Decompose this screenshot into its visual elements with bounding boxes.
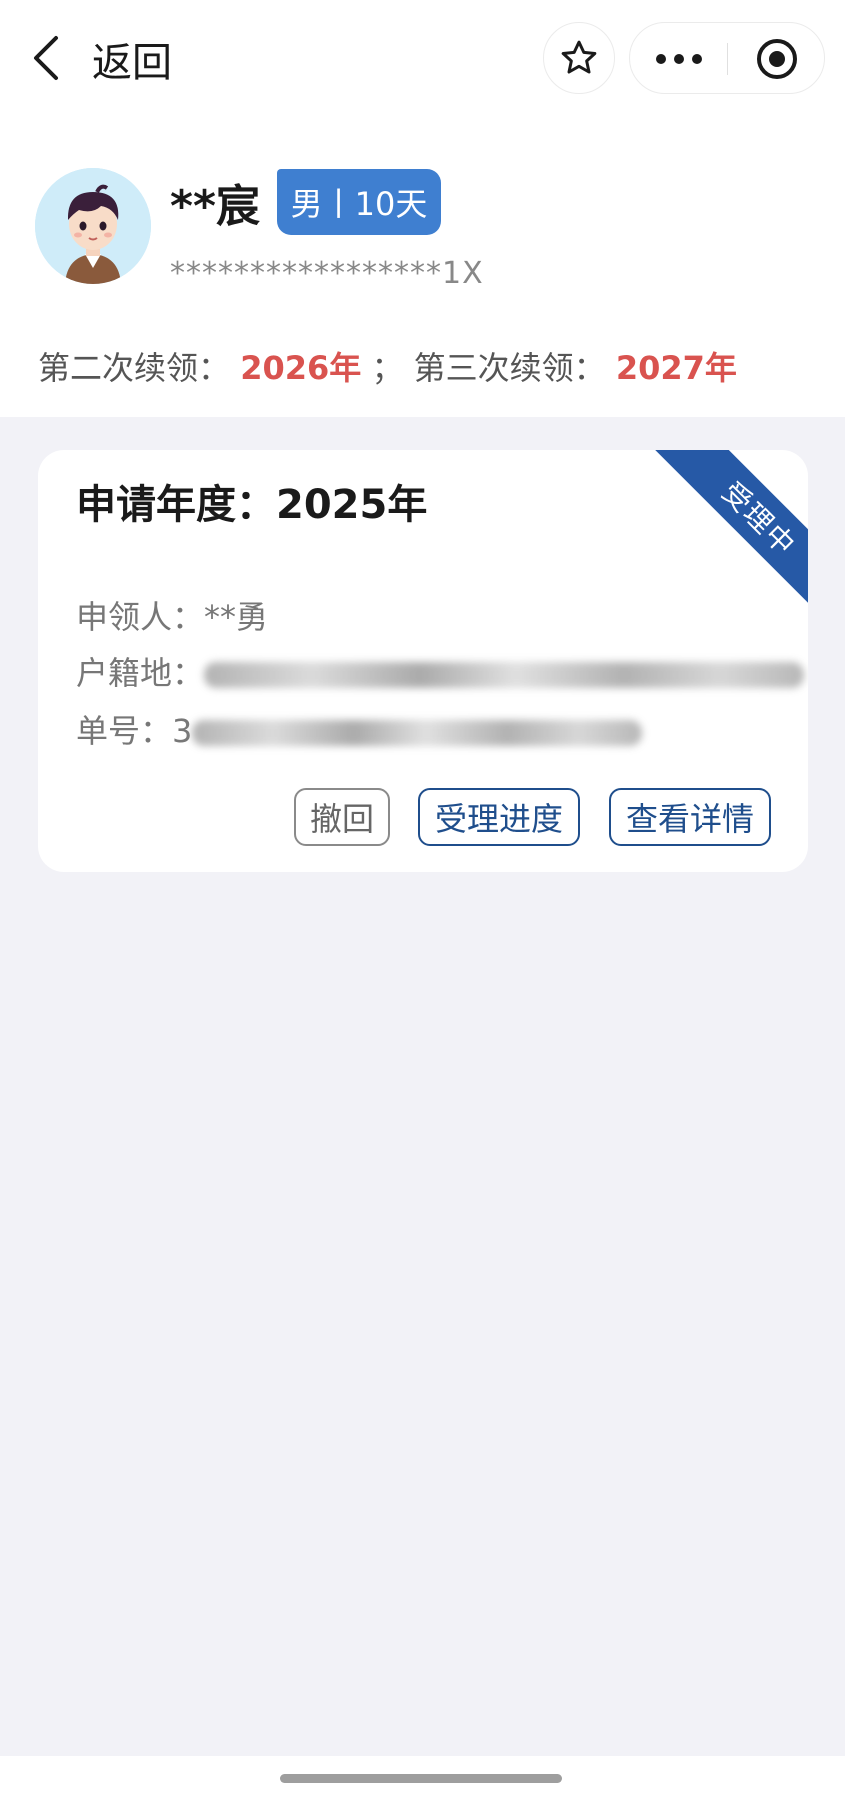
renew-separator: ； — [371, 349, 404, 387]
star-icon — [561, 40, 597, 74]
redacted-order-number — [192, 720, 643, 746]
status-ribbon: 受理中 — [638, 450, 808, 610]
id-number: *****************1X — [170, 256, 484, 291]
target-icon — [757, 39, 797, 79]
avatar — [35, 168, 151, 284]
favorite-button[interactable] — [543, 22, 615, 94]
more-icon — [656, 54, 702, 64]
child-name: **宸 — [170, 181, 261, 232]
renew-third-label: 第三次续领： — [413, 349, 606, 387]
application-year: 申请年度：2025年 — [76, 482, 428, 528]
view-details-button[interactable]: 查看详情 — [609, 788, 771, 846]
renew-second-label: 第二次续领： — [38, 349, 231, 387]
applicant-label: 申领人： — [76, 598, 205, 636]
withdraw-button[interactable]: 撤回 — [294, 788, 390, 846]
close-mini-program-button[interactable] — [728, 23, 826, 95]
order-prefix: 3 — [172, 712, 193, 750]
progress-button[interactable]: 受理进度 — [418, 788, 580, 846]
back-button[interactable]: 返回 — [92, 30, 172, 88]
redacted-hukou-value — [204, 662, 805, 688]
mini-program-capsule — [629, 22, 825, 94]
renew-second-year: 2026年 — [240, 349, 362, 387]
applicant-value: **勇 — [204, 598, 269, 636]
chevron-left-icon[interactable] — [30, 34, 64, 82]
more-button[interactable] — [630, 23, 728, 95]
child-avatar-icon — [35, 168, 151, 284]
applicant-row: 申领人：**勇 — [76, 592, 268, 638]
renew-third-year: 2027年 — [615, 349, 737, 387]
hukou-label: 户籍地： — [76, 654, 205, 692]
gender-age-badge: 男丨10天 — [277, 169, 441, 235]
home-indicator[interactable] — [280, 1774, 562, 1783]
renewal-info: 第二次续领： 2026年 ； 第三次续领： 2027年 — [38, 343, 737, 389]
header-section: 返回 **宸 男丨10天 *****************1X 第二次续领： … — [0, 0, 845, 417]
application-card[interactable]: 申请年度：2025年 受理中 申领人：**勇 户籍地： 单号：3 撤回 受理进度… — [38, 450, 808, 872]
bottom-safe-area — [0, 1756, 845, 1812]
order-row: 单号：3 — [76, 706, 643, 752]
order-label: 单号： — [76, 712, 173, 750]
status-badge: 受理中 — [649, 450, 808, 610]
hukou-row: 户籍地： — [76, 648, 805, 694]
